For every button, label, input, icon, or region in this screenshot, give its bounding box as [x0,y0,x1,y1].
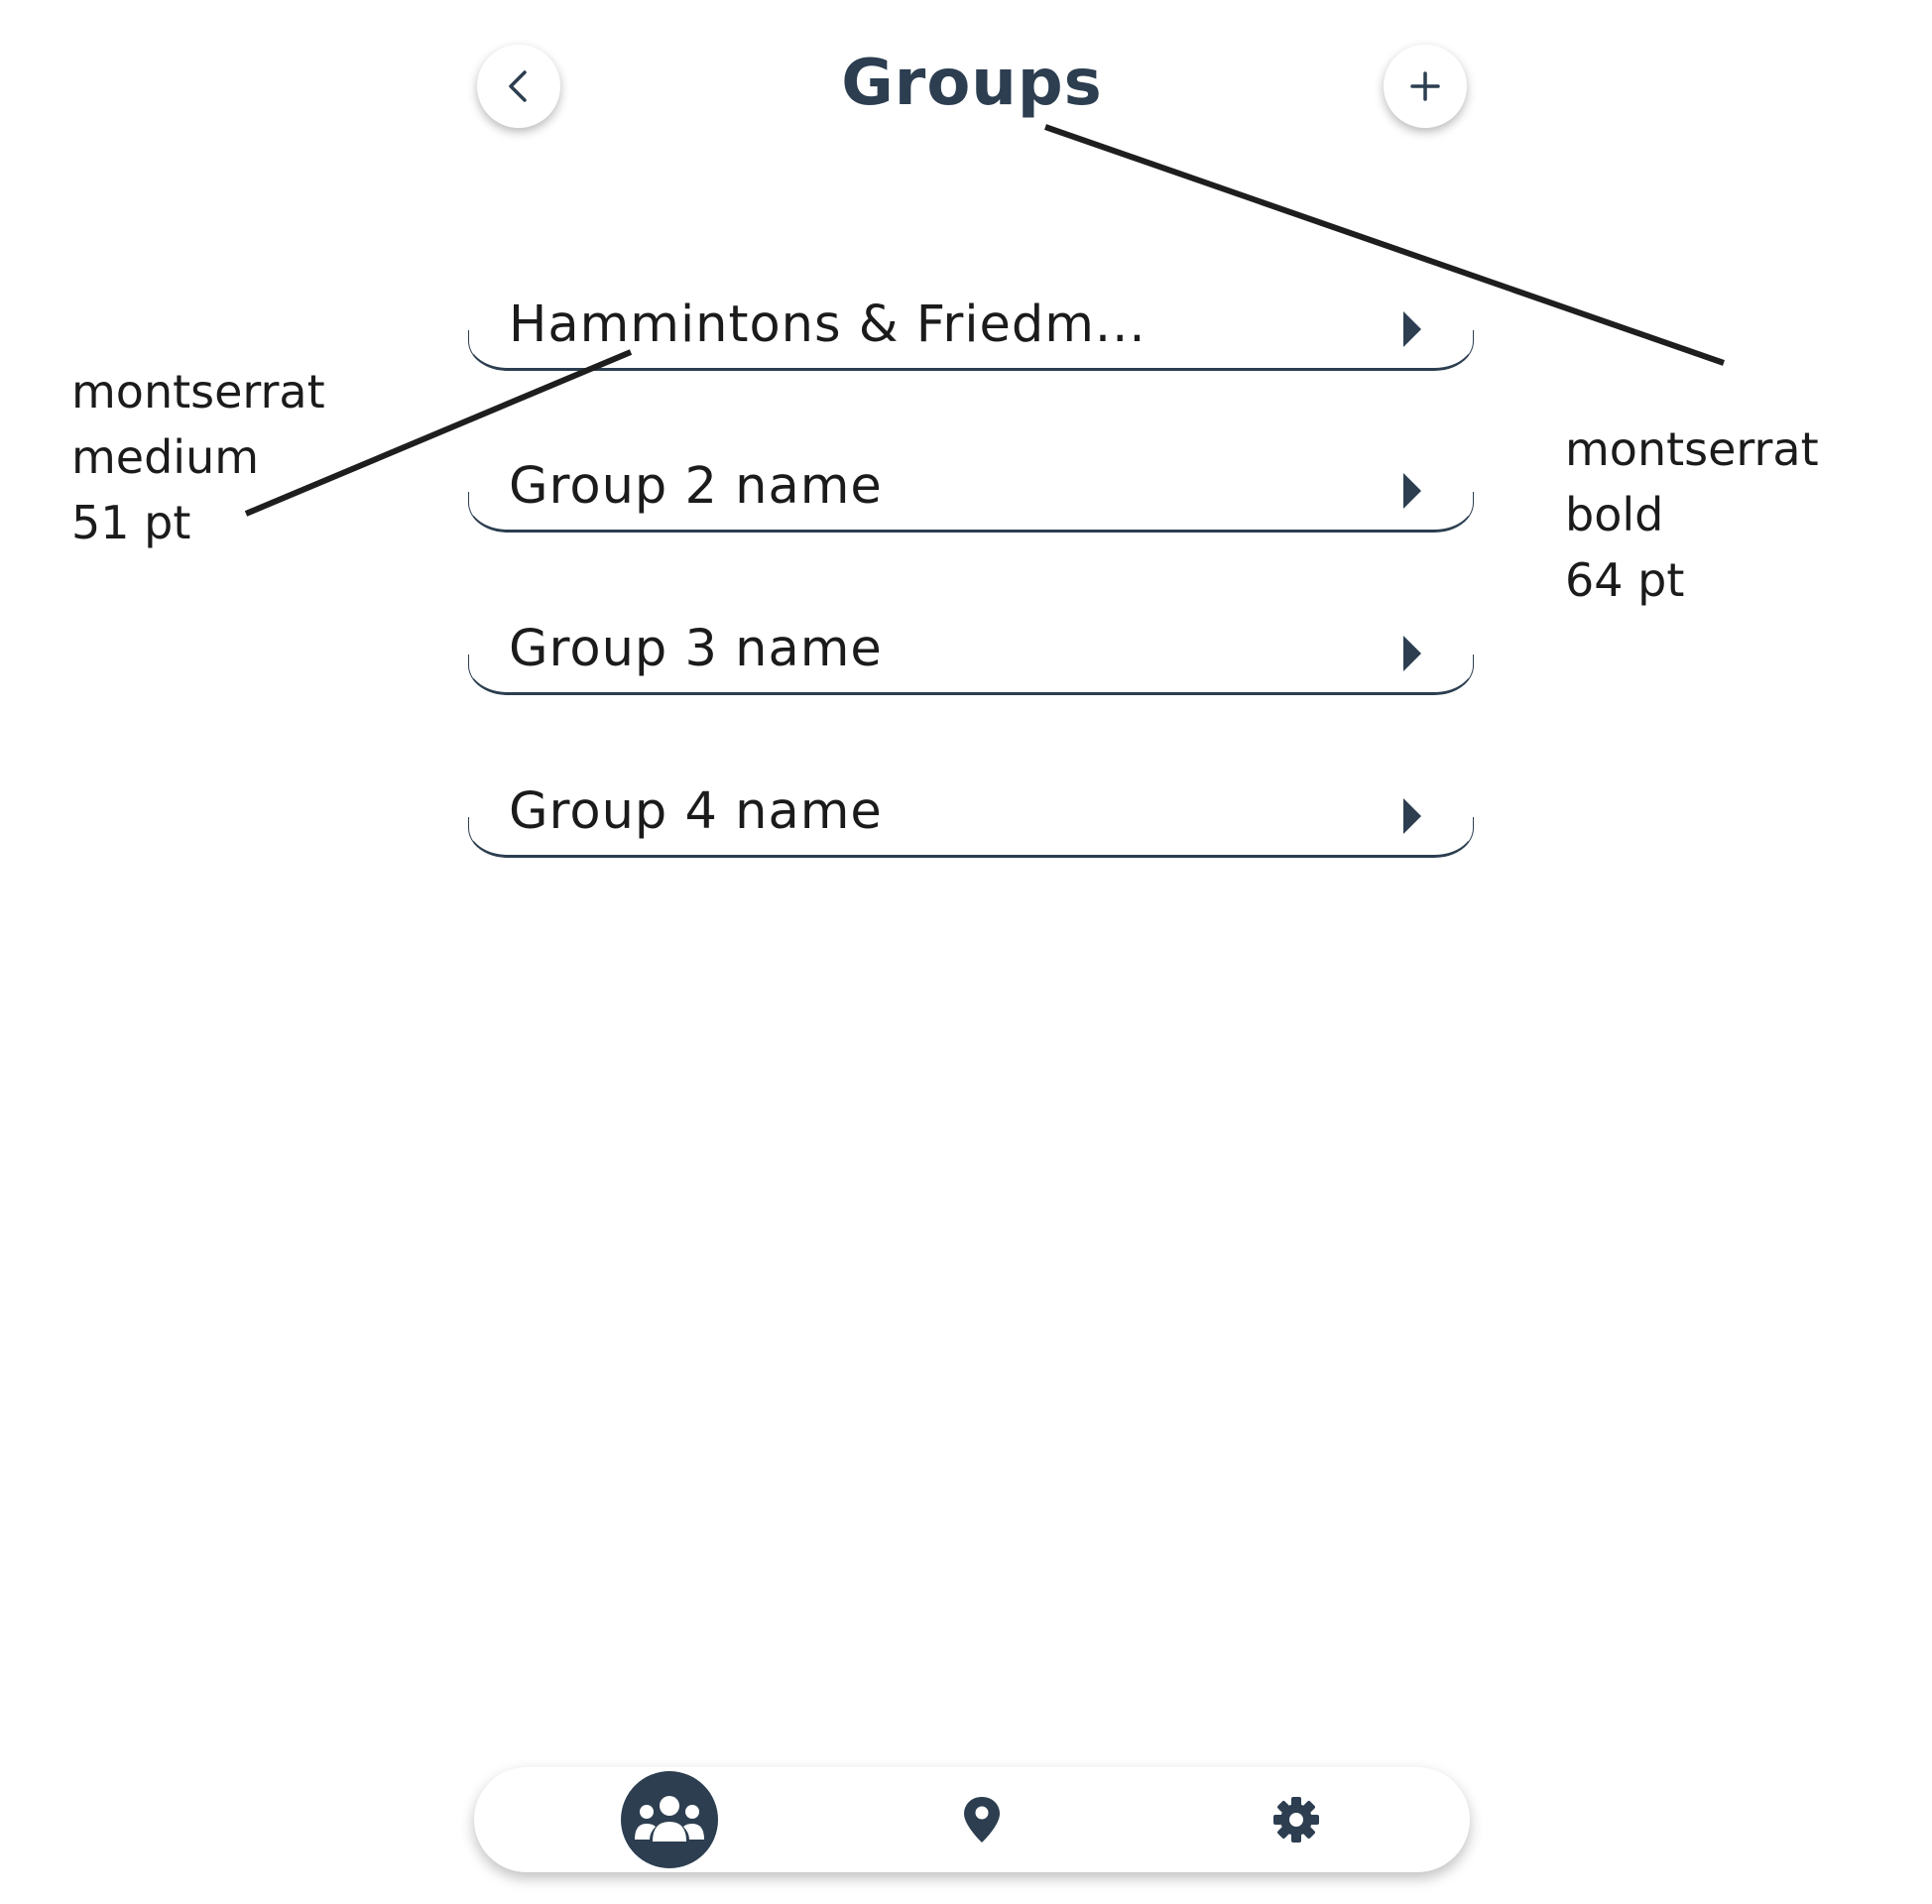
annotation-line: montserrat [71,365,325,418]
bottom-nav [474,1767,1470,1872]
annotation-line: 64 pt [1565,553,1685,607]
group-list-item[interactable]: Hammintons & Friedm... [468,292,1474,371]
group-name: Group 2 name [509,457,883,516]
caret-right-icon [1403,473,1421,509]
page-title: Groups [841,47,1103,120]
caret-right-icon [1403,311,1421,347]
nav-map-tab[interactable] [933,1771,1030,1868]
annotation-line: bold [1565,488,1664,541]
font-annotation-bold: montserrat bold 64 pt [1565,416,1819,613]
annotation-leader-lines [244,124,1725,517]
plus-icon [1410,71,1440,101]
group-name: Group 3 name [509,620,883,678]
add-group-button[interactable] [1384,45,1467,128]
annotation-line: 51 pt [71,496,191,549]
annotation-line: montserrat [1565,422,1819,476]
caret-right-icon [1403,636,1421,671]
group-name: Group 4 name [509,782,883,841]
annotation-line: medium [71,430,260,484]
nav-settings-tab[interactable] [1248,1771,1345,1868]
caret-right-icon [1403,798,1421,834]
group-list-item[interactable]: Group 2 name [468,453,1474,533]
users-icon [635,1796,704,1842]
map-pin-icon [964,1797,1000,1843]
group-list-item[interactable]: Group 4 name [468,778,1474,858]
font-annotation-medium: montserrat medium 51 pt [71,359,325,555]
nav-groups-tab[interactable] [621,1771,718,1868]
group-list-item[interactable]: Group 3 name [468,616,1474,695]
gear-icon [1273,1797,1319,1843]
group-name: Hammintons & Friedm... [509,296,1147,354]
